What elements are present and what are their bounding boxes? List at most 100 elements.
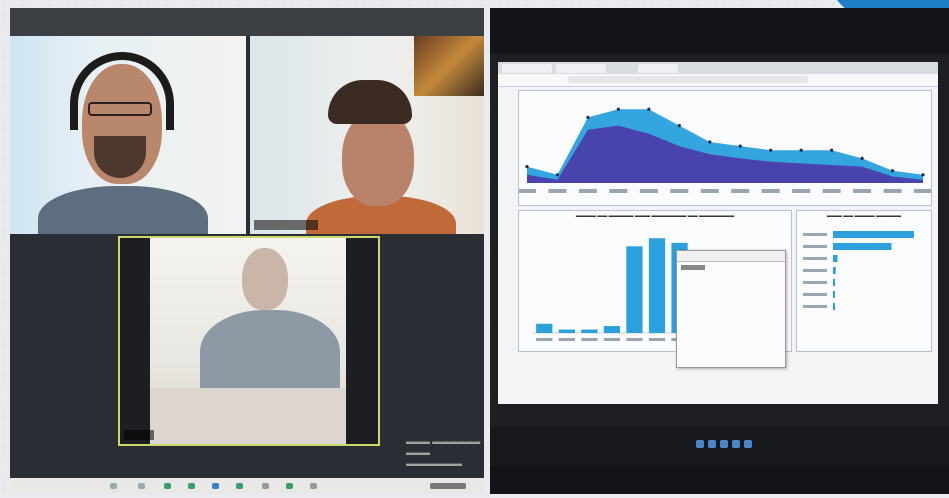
x-tick-label (639, 189, 658, 193)
x-tick-label (626, 338, 643, 341)
area-point (830, 148, 834, 152)
hbar-chart-panel: ▬▬▬ ▬▬ ▬▬▬▬ ▬▬▬▬▬ (796, 210, 932, 352)
participant-body (200, 310, 340, 400)
x-tick-label (700, 189, 719, 193)
hbar-chart (803, 231, 914, 310)
os-activation-watermark: ▬▬▬ ▬▬▬▬▬▬ ▬▬▬ ▬▬▬▬▬▬▬ (406, 437, 481, 468)
browser-tab-strip (498, 62, 938, 74)
area-point (890, 169, 895, 173)
video-call-photo: ▬▬▬ ▬▬▬▬▬▬ ▬▬▬ ▬▬▬▬▬▬▬ (10, 8, 484, 494)
area-point (616, 107, 620, 111)
participant-head (242, 248, 288, 310)
toolbar-icon[interactable] (262, 483, 269, 489)
call-top-bar (10, 8, 484, 36)
participant-name-tag (254, 220, 318, 230)
participant-body (38, 186, 208, 234)
area-point (677, 124, 681, 128)
area-point (860, 156, 864, 160)
toolbar-icon[interactable] (164, 483, 171, 489)
area-point (555, 173, 560, 177)
x-tick-label (536, 338, 553, 341)
browser-tab[interactable] (502, 64, 552, 73)
area-point (921, 173, 925, 177)
area-point (769, 148, 773, 152)
x-tick-label (670, 189, 689, 193)
area-point (647, 107, 651, 111)
taskbar-app-icon[interactable] (720, 440, 728, 448)
y-tick-label (803, 269, 827, 272)
table-surface (150, 388, 346, 444)
taskbar-app-icon[interactable] (744, 440, 752, 448)
browser-address-bar (498, 74, 938, 87)
bar (558, 329, 575, 333)
end-call-area[interactable] (430, 483, 466, 489)
x-tick-label (609, 189, 628, 193)
x-tick-label (761, 189, 780, 193)
url-field[interactable] (568, 76, 808, 83)
participant-head (342, 110, 414, 206)
toolbar-icon[interactable] (138, 483, 145, 489)
y-tick-label (803, 233, 827, 236)
participant-tile-2 (250, 36, 484, 234)
dropdown-popup[interactable] (676, 250, 786, 368)
y-tick-label (803, 305, 827, 308)
x-tick-label (578, 189, 597, 193)
taskbar-app-icon[interactable] (696, 440, 704, 448)
participant-hair (328, 80, 412, 124)
popup-option[interactable] (681, 265, 705, 270)
x-tick-label (581, 338, 598, 341)
glasses (88, 102, 152, 116)
toolbar-icon[interactable] (188, 483, 195, 489)
hbar (833, 243, 892, 250)
y-tick-label (803, 281, 827, 284)
participant-name-tag (124, 430, 154, 440)
x-tick-label (603, 338, 621, 341)
participant-tile-active (118, 236, 380, 446)
toolbar-icon[interactable] (310, 483, 317, 489)
toolbar-icon[interactable] (212, 483, 219, 489)
bar (648, 238, 666, 333)
taskbar-app-icon[interactable] (732, 440, 740, 448)
hbar (833, 267, 836, 274)
x-tick-label (548, 189, 567, 193)
area-point (799, 148, 803, 152)
hbar (833, 303, 835, 310)
x-tick-label (648, 338, 666, 341)
popup-header (677, 251, 785, 262)
hbar (833, 231, 914, 238)
headphones-icon (70, 52, 174, 130)
hbar-chart-title: ▬▬▬ ▬▬ ▬▬▬▬ ▬▬▬▬▬ (826, 213, 902, 219)
bar (581, 329, 598, 333)
x-tick-label (853, 189, 872, 193)
area-point (525, 165, 529, 169)
area-point (586, 115, 590, 119)
y-tick-label (803, 293, 827, 296)
wall-poster (414, 36, 484, 96)
call-toolbar[interactable] (10, 478, 484, 494)
bar-chart-title: ▬▬▬▬ ▬▬ ▬▬▬▬▬ ▬▬▬ ▬▬▬▬▬▬▬ ▬▬ ▬▬▬▬▬▬▬ (575, 213, 735, 219)
x-tick-label (792, 189, 811, 193)
x-tick-label (914, 189, 932, 193)
bar (626, 246, 643, 333)
hbar (833, 291, 835, 298)
x-tick-label (822, 189, 841, 193)
y-tick-label (803, 245, 827, 248)
x-tick-label (558, 338, 575, 341)
x-tick-label (883, 189, 902, 193)
y-tick-label (803, 257, 827, 260)
browser-tab[interactable] (556, 64, 606, 73)
dashboard-monitor-photo: ▬▬▬▬ ▬▬ ▬▬▬▬▬ ▬▬▬ ▬▬▬▬▬▬▬ ▬▬ ▬▬▬▬▬▬▬ ▬▬▬… (490, 8, 949, 494)
hbar (833, 279, 835, 286)
hbar (833, 255, 838, 262)
taskbar-app-icon[interactable] (708, 440, 716, 448)
bar (603, 326, 621, 333)
bar (536, 323, 553, 333)
toolbar-icon[interactable] (236, 483, 243, 489)
area-point (738, 144, 742, 148)
area-chart-panel (518, 90, 932, 206)
browser-tab[interactable] (638, 64, 678, 73)
participant-tile-1 (10, 36, 246, 234)
area-point (708, 140, 712, 144)
toolbar-icon[interactable] (286, 483, 293, 489)
toolbar-icon[interactable] (110, 483, 117, 489)
